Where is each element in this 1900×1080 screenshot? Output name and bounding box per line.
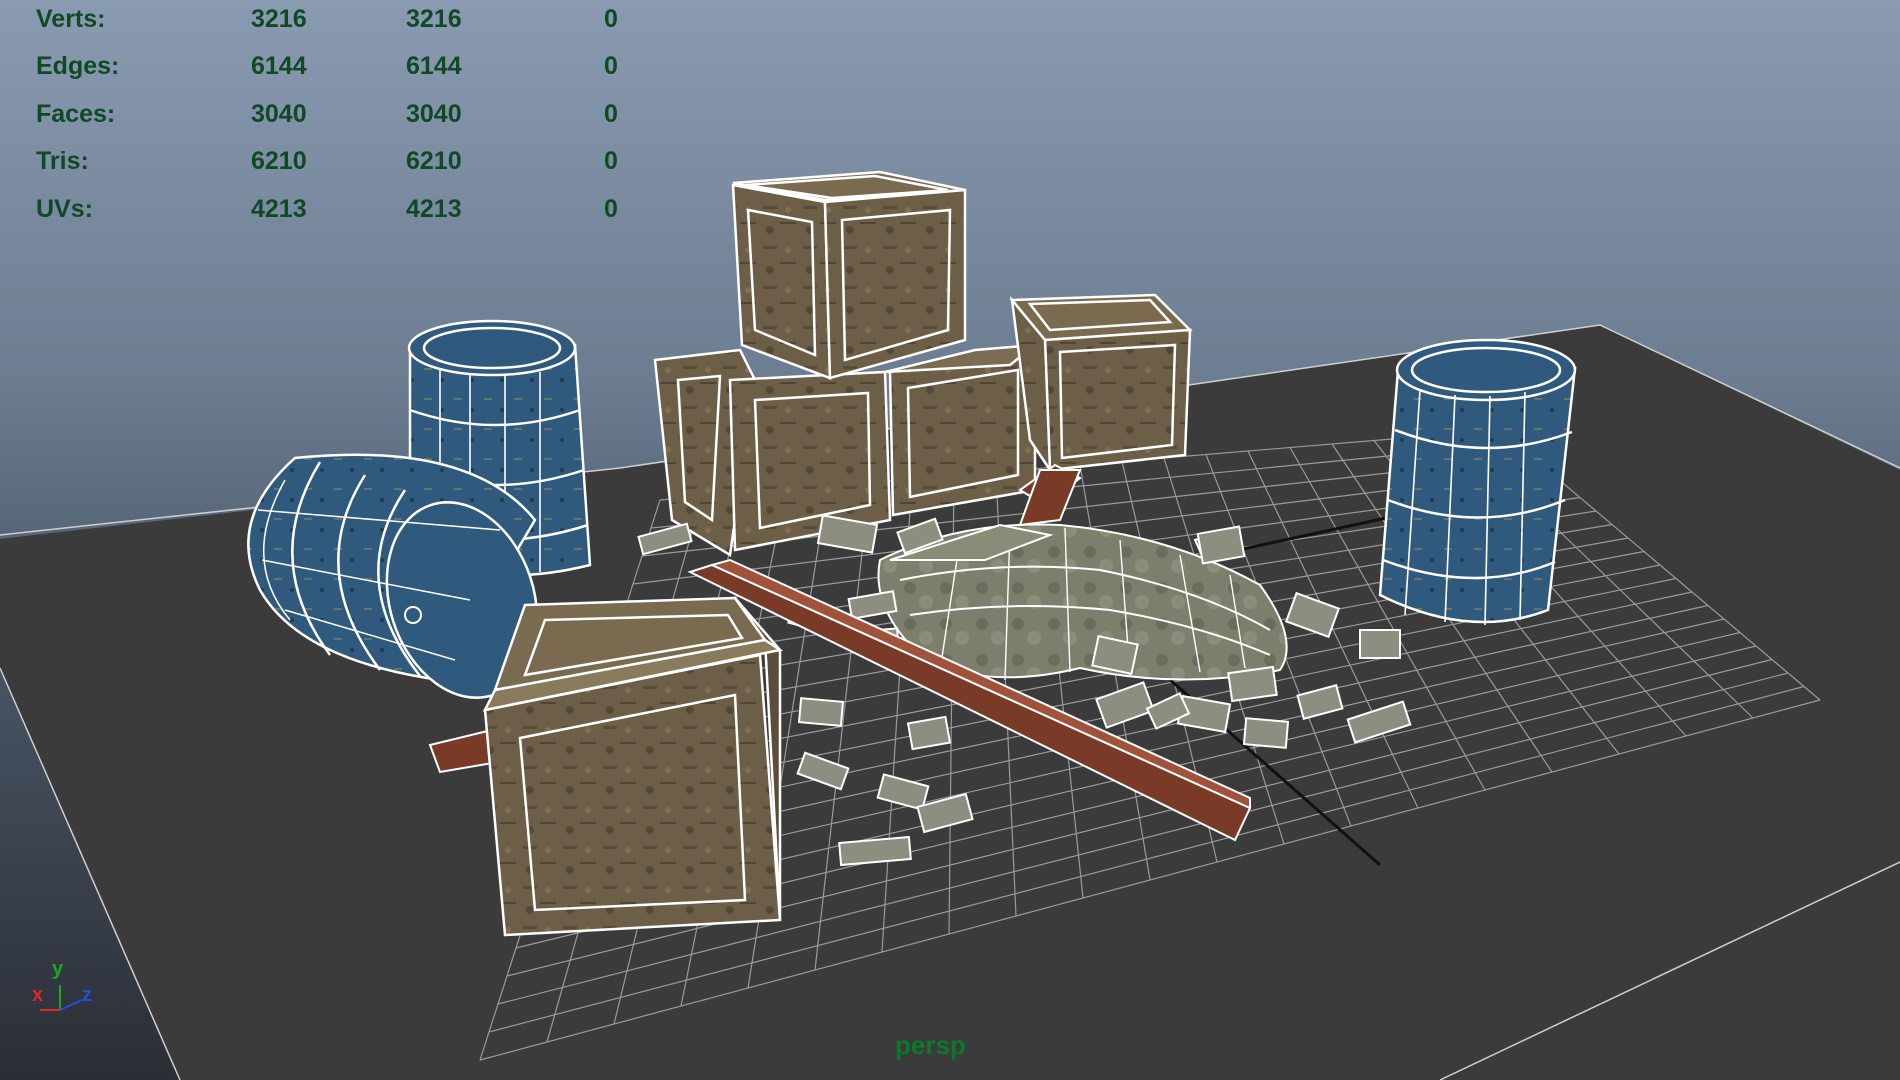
maya-perspective-viewport[interactable]: Verts: 3216 3216 0 Edges: 6144 6144 0 Fa… xyxy=(0,0,1900,1080)
view-axis-indicator: y x z xyxy=(30,958,110,1020)
axis-label-z: z xyxy=(82,984,92,1006)
hud-value: 0 xyxy=(604,195,618,223)
crate-bottom-middle[interactable] xyxy=(884,343,1039,517)
rubble-brick xyxy=(1359,629,1401,659)
hud-label: UVs: xyxy=(36,195,93,223)
hud-value: 6210 xyxy=(251,147,307,175)
hud-row-faces: Faces: 3040 3040 0 xyxy=(0,100,640,130)
hud-value: 6144 xyxy=(251,52,307,80)
camera-name-label: persp xyxy=(895,1030,966,1060)
hud-row-verts: Verts: 3216 3216 0 xyxy=(0,5,640,35)
rubble-brick xyxy=(906,715,952,751)
hud-value: 6210 xyxy=(406,147,462,175)
barrel-upright-right[interactable] xyxy=(1378,338,1577,626)
crate-right[interactable] xyxy=(1009,293,1193,475)
hud-value: 6144 xyxy=(406,52,462,80)
rubble-brick xyxy=(797,697,845,727)
hud-row-edges: Edges: 6144 6144 0 xyxy=(0,52,640,82)
hud-label: Verts: xyxy=(36,5,106,33)
hud-value: 0 xyxy=(604,100,618,128)
hud-label: Tris: xyxy=(36,147,89,175)
hud-value: 3216 xyxy=(406,5,462,33)
hud-value: 3040 xyxy=(406,100,462,128)
hud-row-uvs: UVs: 4213 4213 0 xyxy=(0,195,640,225)
axis-label-x: x xyxy=(32,984,44,1006)
hud-value: 3216 xyxy=(251,5,307,33)
hud-value: 4213 xyxy=(251,195,307,223)
hud-row-tris: Tris: 6210 6210 0 xyxy=(0,147,640,177)
rubble-brick xyxy=(1227,665,1278,703)
hud-label: Faces: xyxy=(36,100,116,128)
crate-front[interactable] xyxy=(482,596,784,937)
hud-value: 0 xyxy=(604,147,618,175)
hud-label: Edges: xyxy=(36,52,120,80)
rubble-brick xyxy=(838,835,912,867)
hud-value: 0 xyxy=(604,52,618,80)
rubble-brick xyxy=(1196,525,1246,565)
hud-value: 0 xyxy=(604,5,618,33)
hud-value: 4213 xyxy=(406,195,462,223)
hud-value: 3040 xyxy=(251,100,307,128)
axis-label-y: y xyxy=(52,958,64,980)
rubble-brick xyxy=(1242,717,1290,749)
crate-top[interactable] xyxy=(731,170,967,380)
